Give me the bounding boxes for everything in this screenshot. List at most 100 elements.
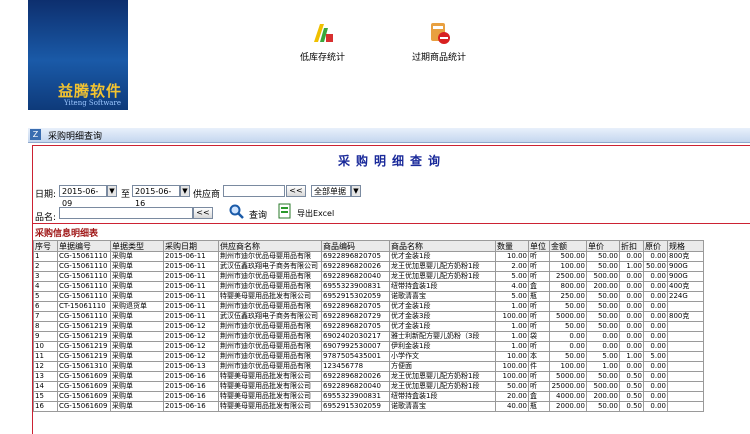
col-index-cell: 10 bbox=[33, 341, 58, 352]
col-date-cell: 2015-06-12 bbox=[163, 321, 219, 332]
col-unit-price-cell: 50.00 bbox=[586, 261, 620, 272]
table-row[interactable]: 14 CG-15061609 采购单 2015-06-16 特婴美母婴用品批发有限公司 6… bbox=[33, 381, 704, 392]
col-product-code-cell: 6922896820705 bbox=[321, 301, 390, 312]
brand-logo: 益腾软件 bbox=[58, 82, 123, 100]
col-discount-header[interactable]: 折扣 bbox=[619, 240, 644, 252]
date-from-input[interactable]: 2015-06-09 bbox=[59, 185, 107, 208]
col-unit-cell: 件 bbox=[528, 361, 550, 372]
col-index-cell: 15 bbox=[33, 391, 58, 402]
col-qty-cell: 5.00 bbox=[495, 291, 529, 302]
date-from-dropdown[interactable]: ▼ bbox=[107, 185, 117, 197]
col-index-cell: 16 bbox=[33, 401, 58, 412]
col-product-name-cell: 优才金装1段 bbox=[389, 321, 496, 332]
col-unit-price-cell: 500.00 bbox=[586, 271, 620, 282]
col-bill-no-cell: CG-15061219 bbox=[57, 341, 111, 352]
table-row[interactable]: 4 CG-15061110 采购单 2015-06-11 荆州市迪尔优品母婴用品有限 69… bbox=[33, 281, 704, 292]
col-product-name-cell: 龙王优加恩婴儿配方奶粉1段 bbox=[389, 371, 496, 382]
col-amount-header[interactable]: 金额 bbox=[549, 240, 587, 252]
col-qty-header[interactable]: 数量 bbox=[495, 240, 529, 252]
col-product-code-header[interactable]: 商品编码 bbox=[321, 240, 390, 252]
query-button[interactable]: 查询 bbox=[249, 208, 267, 221]
col-bill-no-cell: CG-15061609 bbox=[57, 371, 111, 382]
table-row[interactable]: 1 CG-15061110 采购单 2015-06-11 荆州市迪尔优品母婴用品有限 69… bbox=[33, 251, 704, 262]
col-discount-cell: 0.00 bbox=[619, 311, 644, 322]
col-product-code-cell: 123456778 bbox=[321, 361, 390, 372]
col-spec-header[interactable]: 规格 bbox=[667, 240, 704, 252]
col-discount-cell: 1.00 bbox=[619, 351, 644, 362]
col-qty-cell: 1.00 bbox=[495, 341, 529, 352]
table-header-row: 序号 单据编号 单据类型 采购日期 供应商名称 商品编码 商品名称 数量 单位 金额 单价 折扣 原价规… bbox=[33, 240, 704, 252]
product-input[interactable] bbox=[59, 207, 193, 219]
col-bill-no-header[interactable]: 单据编号 bbox=[57, 240, 111, 252]
col-product-name-cell: 龙王优加恩婴儿配方奶粉1段 bbox=[389, 381, 496, 392]
col-supplier-cell: 武汉伍鑫玖翔电子商务有限公司 bbox=[218, 261, 322, 272]
col-unit-price-header[interactable]: 单价 bbox=[586, 240, 620, 252]
col-orig-price-cell: 0.00 bbox=[643, 381, 668, 392]
table-row[interactable]: 6 CT-15061110 采购退货单 2015-06-11 荆州市迪尔优品母婴用品有限… bbox=[33, 301, 704, 312]
col-supplier-cell: 武汉伍鑫玖翔电子商务有限公司 bbox=[218, 311, 322, 322]
col-amount-cell: 250.00 bbox=[549, 291, 587, 302]
shortcut-expired-goods[interactable]: 过期商品统计 bbox=[412, 20, 466, 63]
col-bill-type-cell: 采购单 bbox=[110, 391, 164, 402]
col-qty-cell: 1.00 bbox=[495, 301, 529, 312]
col-product-name-header[interactable]: 商品名称 bbox=[389, 240, 496, 252]
col-product-code-cell: 9787505435001 bbox=[321, 351, 390, 362]
col-unit-price-cell: 1.00 bbox=[586, 361, 620, 372]
col-supplier-header[interactable]: 供应商名称 bbox=[218, 240, 322, 252]
col-unit-header[interactable]: 单位 bbox=[528, 240, 550, 252]
col-product-name-cell: 诺歌清喜宝 bbox=[389, 291, 496, 302]
shortcut-expired-goods-label: 过期商品统计 bbox=[412, 53, 467, 63]
excel-icon[interactable] bbox=[277, 203, 293, 219]
bill-type-select[interactable]: 全部单据 bbox=[311, 185, 351, 197]
col-date-header[interactable]: 采购日期 bbox=[163, 240, 219, 252]
col-product-code-cell: 6902402030217 bbox=[321, 331, 390, 342]
export-excel-button[interactable]: 导出Excel bbox=[297, 208, 334, 219]
product-picker-button[interactable]: << bbox=[193, 207, 213, 219]
product-label: 品名: bbox=[35, 213, 57, 223]
date-to-dropdown[interactable]: ▼ bbox=[180, 185, 190, 197]
col-orig-price-cell: 50.00 bbox=[643, 261, 668, 272]
expired-goods-icon bbox=[426, 20, 452, 46]
col-amount-cell: 5000.00 bbox=[549, 311, 587, 322]
table-row[interactable]: 16 CG-15061609 采购单 2015-06-16 特婴美母婴用品批发有限公司 6… bbox=[33, 401, 704, 412]
table-row[interactable]: 11 CG-15061219 采购单 2015-06-12 荆州市迪尔优品母婴用品有限 9… bbox=[33, 351, 704, 362]
table-row[interactable]: 13 CG-15061609 采购单 2015-06-16 特婴美母婴用品批发有限公司 6… bbox=[33, 371, 704, 382]
to-label: 至 bbox=[121, 190, 131, 200]
col-discount-cell: 0.00 bbox=[619, 331, 644, 342]
col-unit-price-cell: 50.00 bbox=[586, 371, 620, 382]
table-row[interactable]: 2 CG-15061110 采购单 2015-06-11 武汉伍鑫玖翔电子商务有限公司 6… bbox=[33, 261, 704, 272]
supplier-label: 供应商 bbox=[193, 190, 221, 200]
table-row[interactable]: 10 CG-15061219 采购单 2015-06-12 荆州市迪尔优品母婴用品有限 6… bbox=[33, 341, 704, 352]
col-amount-cell: 500.00 bbox=[549, 251, 587, 262]
col-date-cell: 2015-06-11 bbox=[163, 301, 219, 312]
col-supplier-cell: 荆州市迪尔优品母婴用品有限 bbox=[218, 361, 322, 372]
col-unit-cell: 听 bbox=[528, 301, 550, 312]
table-row[interactable]: 5 CG-15061110 采购单 2015-06-11 特婴美母婴用品批发有限公司 69… bbox=[33, 291, 704, 302]
date-to-input[interactable]: 2015-06-16 bbox=[132, 185, 180, 208]
col-spec-cell bbox=[667, 371, 704, 382]
col-bill-type-header[interactable]: 单据类型 bbox=[110, 240, 164, 252]
table-row[interactable]: 9 CG-15061219 采购单 2015-06-12 荆州市迪尔优品母婴用品有限 69… bbox=[33, 331, 704, 342]
table-row[interactable]: 15 CG-15061609 采购单 2015-06-16 特婴美母婴用品批发有限公司 6… bbox=[33, 391, 704, 402]
col-product-name-cell: 诺歌清喜宝 bbox=[389, 401, 496, 412]
shortcut-low-stock[interactable]: 低库存统计 bbox=[300, 20, 345, 63]
table-row[interactable]: 7 CG-15061110 采购单 2015-06-11 武汉伍鑫玖翔电子商务有限公司 6… bbox=[33, 311, 704, 322]
col-date-cell: 2015-06-12 bbox=[163, 351, 219, 362]
bill-type-dropdown[interactable]: ▼ bbox=[351, 185, 361, 197]
table-row[interactable]: 3 CG-15061110 采购单 2015-06-11 荆州市迪尔优品母婴用品有限 69… bbox=[33, 271, 704, 282]
col-unit-price-cell: 50.00 bbox=[586, 311, 620, 322]
table-row[interactable]: 12 CG-15061310 采购单 2015-06-13 荆州市迪尔优品母婴用品有限 1… bbox=[33, 361, 704, 372]
col-product-name-cell: 龙王优加恩婴儿配方奶粉1段 bbox=[389, 261, 496, 272]
table-row[interactable]: 8 CG-15061219 采购单 2015-06-12 荆州市迪尔优品母婴用品有限 69… bbox=[33, 321, 704, 332]
window-title: 采购明细查询 bbox=[48, 132, 103, 142]
col-date-cell: 2015-06-11 bbox=[163, 261, 219, 272]
col-orig-price-header[interactable]: 原价 bbox=[643, 240, 668, 252]
col-bill-type-cell: 采购单 bbox=[110, 311, 164, 322]
section-title: 采购信息明细表 bbox=[35, 229, 99, 239]
col-unit-cell: 盒 bbox=[528, 391, 550, 402]
search-icon[interactable] bbox=[229, 204, 245, 220]
col-index-header[interactable]: 序号 bbox=[33, 240, 58, 252]
col-amount-cell: 50.00 bbox=[549, 301, 587, 312]
supplier-input[interactable] bbox=[223, 185, 285, 197]
supplier-picker-button[interactable]: << bbox=[286, 185, 306, 197]
